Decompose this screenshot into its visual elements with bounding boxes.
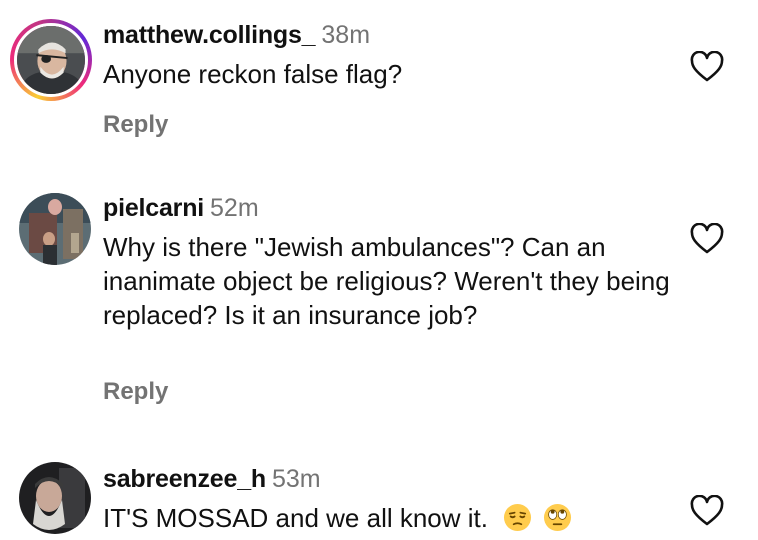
comment-meta: matthew.collings_ 38m <box>103 20 370 50</box>
comments-list: matthew.collings_ 38m Anyone reckon false… <box>0 0 758 540</box>
eye-roll-face-emoji <box>543 503 572 532</box>
comment-text: Why is there "Jewish ambulances"? Can an… <box>103 232 670 330</box>
heart-outline-icon[interactable] <box>690 495 724 527</box>
avatar[interactable] <box>19 193 91 265</box>
comment-item: matthew.collings_ 38m Anyone reckon false… <box>0 0 758 170</box>
comment-meta: sabreenzee_h 53m <box>103 464 321 494</box>
reply-button[interactable]: Reply <box>103 378 168 406</box>
avatar-image <box>19 462 91 534</box>
unamused-face-emoji <box>503 503 532 532</box>
username[interactable]: pielcarni <box>103 194 204 222</box>
comment-meta: pielcarni 52m <box>103 193 259 223</box>
heart-outline-icon[interactable] <box>690 51 724 83</box>
username[interactable]: matthew.collings_ <box>103 21 316 49</box>
comment-text-body: IT'S MOSSAD and we all know it. <box>103 503 488 533</box>
comment-text: Anyone reckon false flag? <box>103 59 403 89</box>
comment-text: IT'S MOSSAD and we all know it. <box>103 501 663 535</box>
heart-outline-icon[interactable] <box>690 223 724 255</box>
reply-button[interactable]: Reply <box>103 111 168 139</box>
timestamp: 38m <box>321 21 371 49</box>
avatar[interactable] <box>10 19 92 101</box>
timestamp: 53m <box>271 465 321 493</box>
timestamp: 52m <box>210 194 259 222</box>
avatar-image <box>17 26 85 94</box>
avatar[interactable] <box>19 462 91 534</box>
avatar-image <box>19 193 91 265</box>
username[interactable]: sabreenzee_h <box>103 465 266 493</box>
